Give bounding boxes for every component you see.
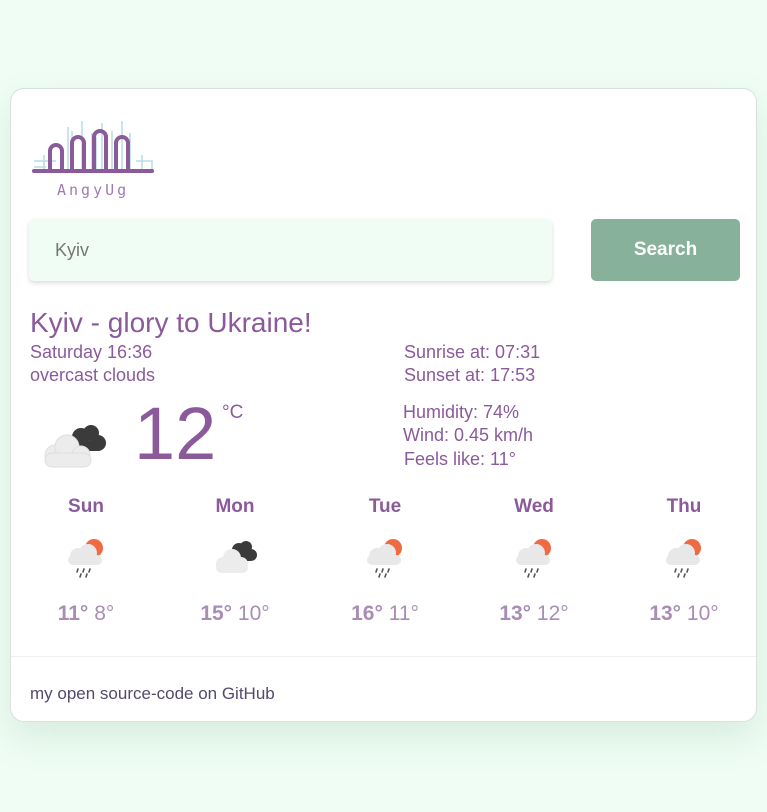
forecast-day: Thu 13° 10° (629, 494, 739, 626)
forecast-day: Mon 15° 10° (180, 494, 290, 626)
rain-sun-icon (64, 536, 110, 580)
forecast-min-temp: 11° (388, 602, 419, 625)
forecast-day-name: Mon (215, 496, 255, 517)
feels-like: Feels like: 11° (404, 449, 516, 469)
forecast-day-name: Thu (666, 496, 702, 517)
weather-description: overcast clouds (30, 365, 156, 385)
overcast-clouds-icon (41, 419, 111, 469)
temperature-unit: °C (222, 402, 244, 423)
forecast-temps: 13° 10° (629, 602, 739, 626)
forecast-max-temp: 13° (499, 602, 532, 625)
search-button[interactable]: Search (591, 219, 740, 281)
sunset-time: Sunset at: 17:53 (404, 365, 536, 385)
current-datetime: Saturday 16:36 (30, 342, 153, 362)
forecast-temps: 11° 8° (31, 602, 141, 626)
forecast-day: Sun 11° 8° (31, 494, 141, 626)
logo-text: AngyUg (57, 181, 130, 199)
forecast-day-name: Tue (368, 496, 402, 517)
forecast-day: Tue 16° 11° (330, 494, 440, 626)
forecast-temps: 15° 10° (180, 602, 290, 626)
forecast-min-temp: 8° (94, 602, 115, 625)
forecast-min-temp: 12° (536, 602, 569, 625)
current-temperature: 12 (134, 392, 217, 475)
forecast-day-name: Wed (514, 496, 554, 517)
rain-sun-icon (363, 536, 409, 580)
forecast-max-temp: 13° (649, 602, 682, 625)
footer-divider (11, 656, 756, 657)
forecast-max-temp: 16° (351, 602, 383, 625)
wind-speed: Wind: 0.45 km/h (403, 425, 534, 445)
weather-card: AngyUg Search Kyiv - glory to Ukraine! S… (10, 88, 757, 722)
forecast-day-name: Sun (68, 496, 104, 517)
humidity: Humidity: 74% (403, 402, 520, 422)
rain-sun-icon (512, 536, 558, 580)
github-link[interactable]: my open source-code on GitHub (30, 684, 275, 704)
forecast-max-temp: 15° (200, 602, 233, 625)
search-input[interactable] (29, 219, 552, 281)
forecast-min-temp: 10° (686, 602, 719, 625)
city-title: Kyiv - glory to Ukraine! (30, 307, 312, 338)
forecast-temps: 16° 11° (330, 602, 440, 626)
rain-sun-icon (662, 536, 708, 580)
overcast-clouds-icon (213, 536, 259, 580)
sunrise-time: Sunrise at: 07:31 (404, 342, 541, 362)
logo-icon (32, 121, 154, 173)
forecast-max-temp: 11° (57, 602, 89, 625)
forecast-min-temp: 10° (237, 602, 270, 625)
forecast-temps: 13° 12° (479, 602, 589, 626)
forecast-day: Wed 13° 12° (479, 494, 589, 626)
